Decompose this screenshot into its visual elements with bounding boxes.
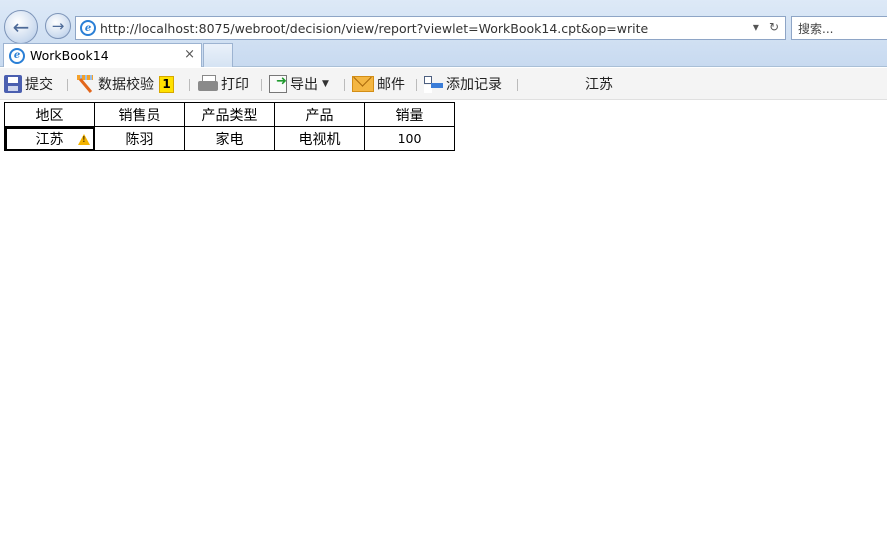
- add-record-icon: [423, 75, 443, 93]
- cell-region[interactable]: 江苏: [4, 126, 95, 151]
- warning-icon[interactable]: [78, 134, 90, 145]
- header-cell-region: 地区: [4, 102, 95, 127]
- forward-button[interactable]: →: [45, 13, 71, 39]
- cell-product[interactable]: 电视机: [274, 126, 365, 151]
- mail-icon: [352, 76, 374, 92]
- data-check-icon: [75, 75, 95, 93]
- header-cell-product-type: 产品类型: [184, 102, 275, 127]
- tab-close-icon[interactable]: ×: [184, 47, 195, 62]
- toolbar-separator: [261, 79, 262, 91]
- print-button[interactable]: 打印: [198, 74, 249, 94]
- email-button[interactable]: 邮件: [352, 74, 405, 94]
- search-input[interactable]: 搜索...: [791, 16, 887, 40]
- refresh-icon[interactable]: ↻: [769, 20, 779, 34]
- report-table: 地区 销售员 产品类型 产品 销量 江苏 陈羽 家电 电视机 100: [4, 102, 455, 151]
- ie-page-icon: e: [80, 20, 96, 36]
- forward-arrow-icon: →: [51, 17, 65, 35]
- header-cell-salesperson: 销售员: [94, 102, 185, 127]
- print-label: 打印: [221, 77, 249, 93]
- toolbar-separator: [189, 79, 190, 91]
- add-record-button[interactable]: 添加记录: [423, 74, 502, 94]
- tab-title: WorkBook14: [30, 48, 109, 63]
- header-cell-product: 产品: [274, 102, 365, 127]
- toolbar-separator: [344, 79, 345, 91]
- tab-workbook14[interactable]: e WorkBook14 ×: [3, 43, 202, 67]
- printer-icon: [198, 75, 218, 93]
- submit-label: 提交: [25, 77, 53, 93]
- add-record-label: 添加记录: [446, 77, 502, 93]
- tab-ie-icon: e: [9, 47, 25, 64]
- header-cell-sales: 销量: [364, 102, 455, 127]
- export-label: 导出: [290, 77, 318, 93]
- cell-region-value: 江苏: [35, 131, 64, 148]
- toolbar-separator: [517, 79, 518, 91]
- toolbar-separator: [416, 79, 417, 91]
- export-button[interactable]: 导出 ▼: [269, 74, 329, 94]
- save-icon: [4, 75, 22, 93]
- toolbar-separator: [67, 79, 68, 91]
- cell-sales[interactable]: 100: [364, 126, 455, 151]
- browser-chrome: ← → e http://localhost:8075/webroot/deci…: [0, 0, 887, 67]
- validate-label: 数据校验: [98, 77, 154, 93]
- back-arrow-icon: ←: [12, 15, 30, 39]
- chevron-down-icon: ▼: [322, 79, 329, 89]
- validate-button[interactable]: 数据校验 1: [75, 74, 174, 94]
- report-toolbar: 提交 数据校验 1 打印 导出 ▼ 邮件 添加记录: [0, 68, 887, 100]
- validate-count-badge: 1: [159, 75, 174, 93]
- url-text[interactable]: http://localhost:8075/webroot/decision/v…: [100, 21, 648, 36]
- email-label: 邮件: [377, 77, 405, 93]
- new-tab-button[interactable]: [203, 43, 233, 67]
- cell-salesperson[interactable]: 陈羽: [94, 126, 185, 151]
- submit-button[interactable]: 提交: [4, 74, 53, 94]
- table-header-row: 地区 销售员 产品类型 产品 销量: [4, 102, 455, 127]
- back-button[interactable]: ←: [4, 10, 38, 44]
- table-row: 江苏 陈羽 家电 电视机 100: [4, 126, 455, 151]
- address-dropdown-icon[interactable]: ▾: [753, 20, 759, 34]
- export-icon: [269, 74, 287, 93]
- address-bar[interactable]: e http://localhost:8075/webroot/decision…: [75, 16, 786, 40]
- region-parameter-label: 江苏: [585, 77, 613, 93]
- cell-product-type[interactable]: 家电: [184, 126, 275, 151]
